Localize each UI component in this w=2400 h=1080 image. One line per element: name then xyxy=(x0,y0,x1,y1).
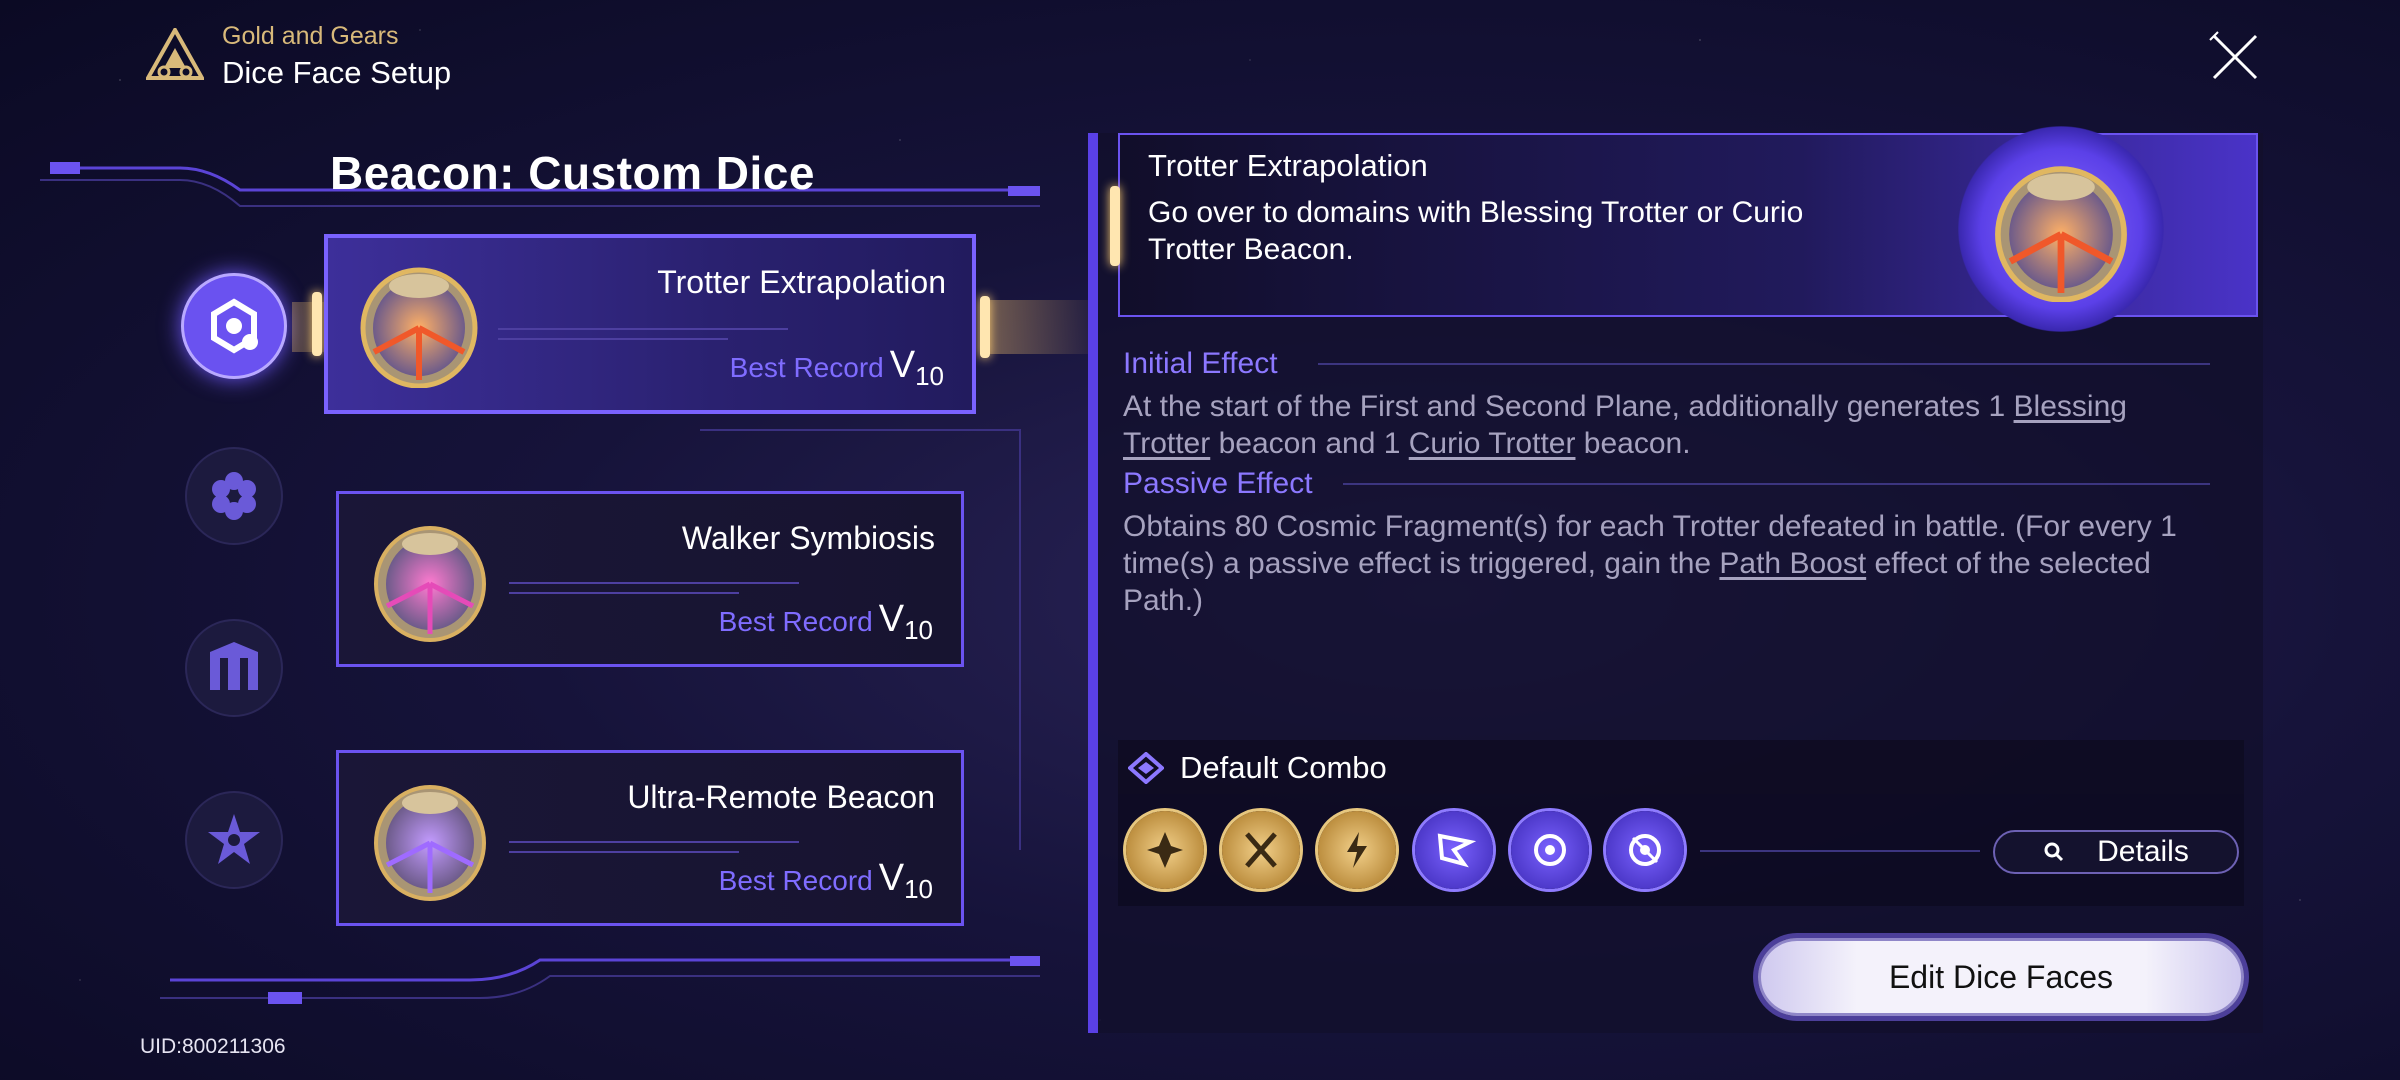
card-decor-line xyxy=(509,851,739,853)
dice-name: Trotter Extrapolation xyxy=(657,264,946,300)
combo-face-4[interactable] xyxy=(1415,811,1493,889)
dice-card-trotter-extrapolation[interactable]: Trotter Extrapolation Best Record V10 xyxy=(324,234,976,414)
crossed-face-icon xyxy=(1245,832,1277,868)
page-title: Dice Face Setup xyxy=(222,55,452,90)
initial-effect-text: At the start of the First and Second Pla… xyxy=(1123,388,2203,462)
combo-face-2[interactable] xyxy=(1222,811,1300,889)
search-icon xyxy=(2044,842,2064,862)
header-subtitle: Gold and Gears xyxy=(222,22,399,50)
combo-divider xyxy=(1700,850,1980,852)
details-label: Details xyxy=(2097,835,2189,868)
category-beacon[interactable] xyxy=(181,273,287,379)
gold-and-gears-logo-icon xyxy=(146,28,204,80)
passive-effect-title: Passive Effect xyxy=(1123,467,1313,500)
initial-effect-part: beacon. xyxy=(1575,427,1691,460)
card-decor-line xyxy=(509,841,799,843)
level-letter: V xyxy=(878,857,905,899)
detail-panel-accent-bar xyxy=(1088,133,1098,1033)
initial-effect-title: Initial Effect xyxy=(1123,347,1278,380)
details-button[interactable]: Details xyxy=(1993,830,2239,874)
combo-face-1[interactable] xyxy=(1126,811,1204,889)
level-number: 10 xyxy=(904,615,933,645)
card-decor-line xyxy=(509,582,799,584)
close-icon[interactable] xyxy=(2208,30,2262,84)
dice-name: Ultra-Remote Beacon xyxy=(627,779,935,815)
flower-category-icon xyxy=(212,472,256,520)
initial-effect-part: At the start of the First and Second Pla… xyxy=(1123,390,2014,423)
best-record: Best Record V10 xyxy=(730,344,944,392)
level-letter: V xyxy=(889,344,916,386)
beacon-category-icon xyxy=(211,298,258,354)
star-category-icon xyxy=(208,814,260,864)
dice-name: Walker Symbiosis xyxy=(681,520,935,556)
card-decor-line xyxy=(509,592,739,594)
initial-effect-part: beacon and 1 xyxy=(1210,427,1409,460)
detail-dice-name: Trotter Extrapolation xyxy=(1148,148,1428,183)
building-category-icon xyxy=(210,642,258,690)
active-connector-beam xyxy=(990,300,1088,354)
detail-description: Go over to domains with Blessing Trotter… xyxy=(1148,196,1804,266)
user-id: UID:800211306 xyxy=(140,1035,286,1058)
best-record-level: V10 xyxy=(878,598,933,645)
category-building[interactable] xyxy=(185,619,283,717)
target-face-icon xyxy=(1534,834,1566,866)
best-record-label: Best Record xyxy=(718,865,873,896)
best-record: Best Record V10 xyxy=(719,598,933,646)
detail-dice-icon xyxy=(1995,166,2127,302)
category-star[interactable] xyxy=(185,791,283,889)
combo-face-5[interactable] xyxy=(1511,811,1589,889)
active-connector-right xyxy=(980,296,990,358)
shuriken-face-icon xyxy=(1147,832,1183,868)
dice-card-ultra-remote-beacon[interactable]: Ultra-Remote Beacon Best Record V10 xyxy=(336,750,964,926)
dice-card-walker-symbiosis[interactable]: Walker Symbiosis Best Record V10 xyxy=(336,491,964,667)
initial-effect-divider xyxy=(1318,363,2210,365)
default-combo-title: Default Combo xyxy=(1180,750,1387,785)
best-record-level: V10 xyxy=(878,857,933,904)
best-record: Best Record V10 xyxy=(719,857,933,905)
edit-dice-faces-button[interactable]: Edit Dice Faces xyxy=(1758,938,2244,1016)
combo-face-6[interactable] xyxy=(1606,811,1684,889)
card-decor-line xyxy=(498,338,728,340)
detail-header-marker xyxy=(1110,186,1120,266)
dice-icon xyxy=(374,785,486,901)
category-flower[interactable] xyxy=(185,447,283,545)
dice-icon xyxy=(374,526,486,642)
level-number: 10 xyxy=(904,874,933,904)
best-record-label: Best Record xyxy=(718,606,873,637)
left-panel-title: Beacon: Custom Dice xyxy=(330,147,815,199)
curio-trotter-link[interactable]: Curio Trotter xyxy=(1409,427,1576,460)
passive-effect-divider xyxy=(1343,483,2210,485)
level-letter: V xyxy=(878,598,905,640)
flag-face-icon xyxy=(1437,833,1476,868)
best-record-level: V10 xyxy=(889,344,944,391)
target-alt-face-icon xyxy=(1629,834,1661,866)
best-record-label: Best Record xyxy=(729,352,884,383)
combo-icon xyxy=(1128,752,1164,784)
card-decor-line xyxy=(498,328,788,330)
edit-dice-faces-label: Edit Dice Faces xyxy=(1888,958,2114,995)
combo-face-3[interactable] xyxy=(1318,811,1396,889)
active-connector-left xyxy=(312,292,322,356)
path-boost-link[interactable]: Path Boost xyxy=(1719,547,1866,580)
passive-effect-text: Obtains 80 Cosmic Fragment(s) for each T… xyxy=(1123,508,2203,619)
lightning-face-icon xyxy=(1347,832,1367,868)
level-number: 10 xyxy=(915,361,944,391)
dice-icon xyxy=(360,267,478,388)
